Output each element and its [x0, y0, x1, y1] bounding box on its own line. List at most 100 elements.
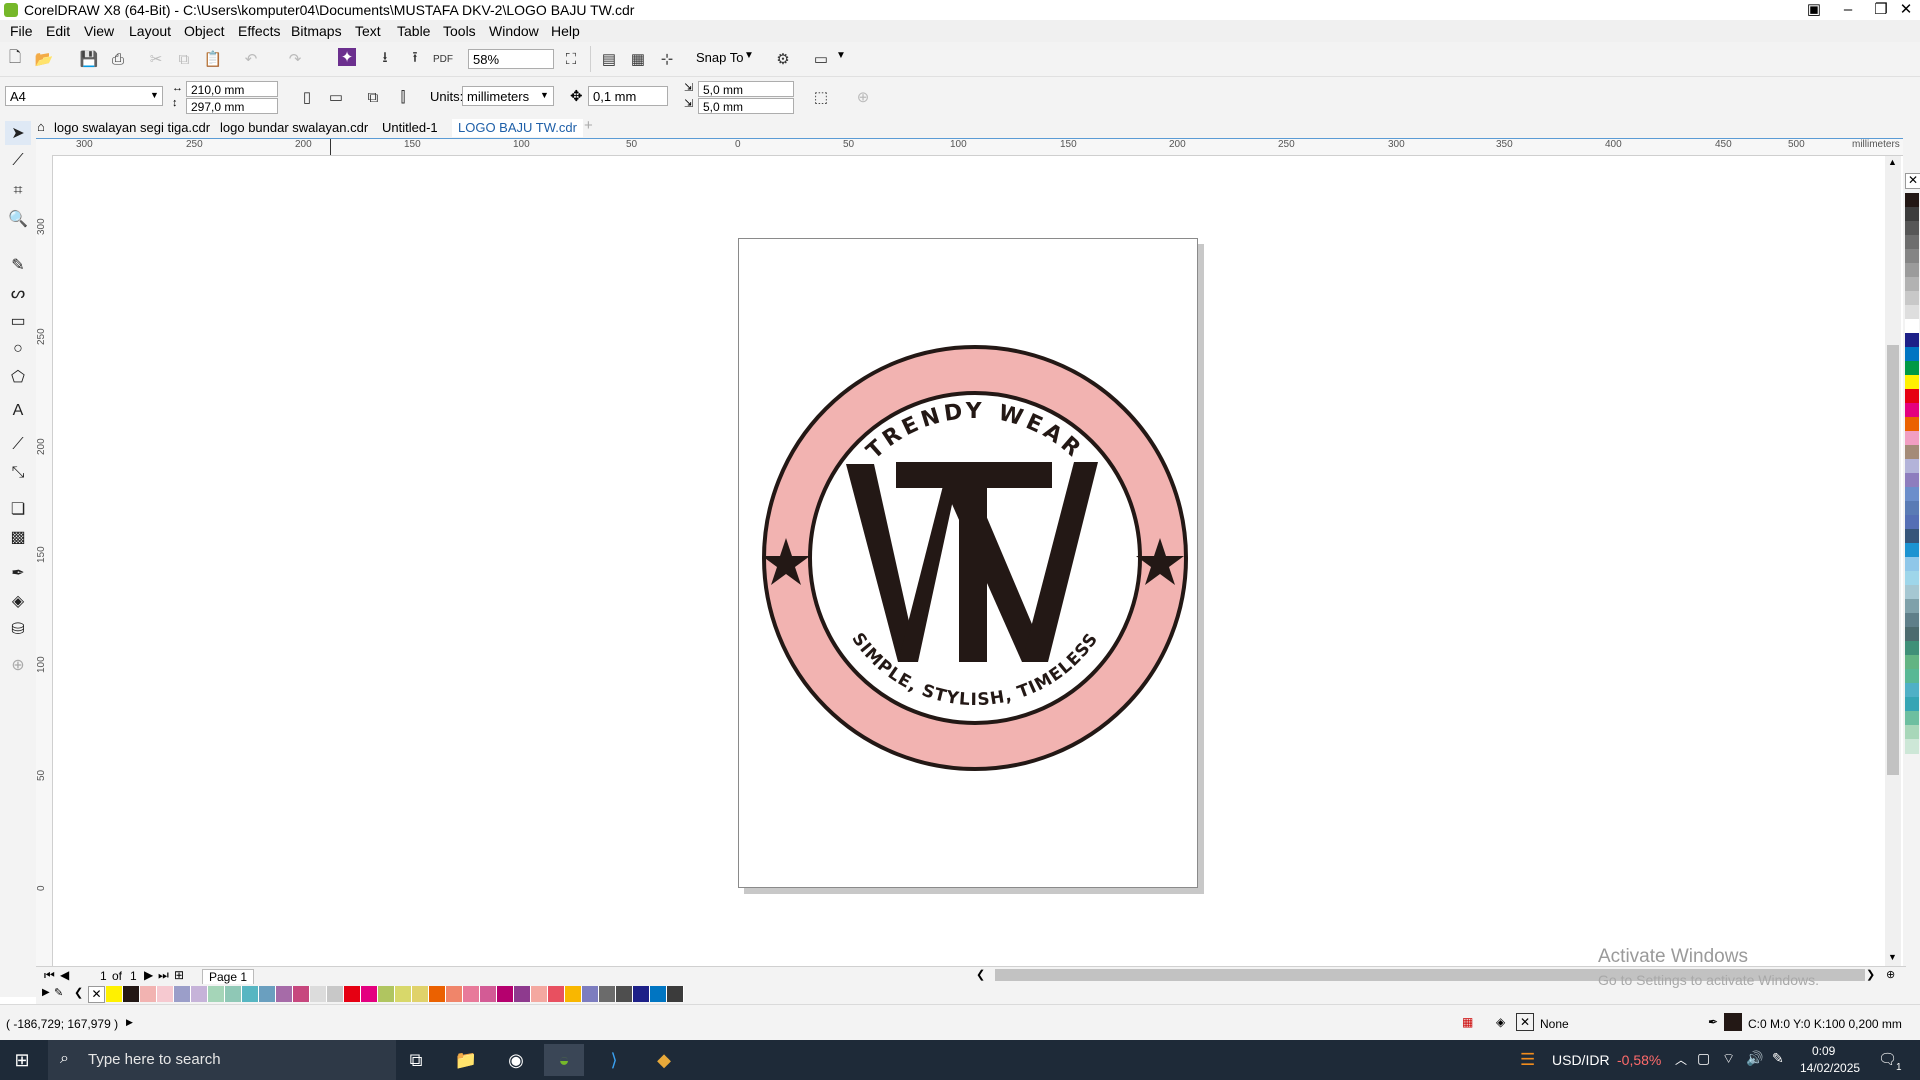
- drop-shadow-tool-icon[interactable]: ❏: [5, 497, 31, 521]
- zoom-to-page-icon[interactable]: ⛶: [560, 48, 582, 70]
- smart-fill-icon[interactable]: ⛁: [5, 617, 31, 641]
- chevron-down-icon[interactable]: ▼: [836, 50, 846, 61]
- color-swatch[interactable]: [310, 986, 327, 1002]
- color-swatch[interactable]: [514, 986, 531, 1002]
- color-swatch[interactable]: [1905, 389, 1919, 404]
- show-grid-icon[interactable]: ▦: [627, 48, 649, 70]
- rectangle-tool-icon[interactable]: ▭: [5, 309, 31, 333]
- color-swatch[interactable]: [1905, 249, 1919, 264]
- color-swatch[interactable]: [1905, 235, 1919, 250]
- previous-page-icon[interactable]: ◀: [60, 968, 69, 982]
- color-swatch[interactable]: [633, 986, 650, 1002]
- color-swatch[interactable]: [1905, 543, 1919, 558]
- color-swatch[interactable]: [191, 986, 208, 1002]
- color-swatch[interactable]: [1905, 431, 1919, 446]
- application-launcher-icon[interactable]: ▭: [810, 48, 832, 70]
- export-icon[interactable]: ⭱: [404, 48, 426, 70]
- page-size-select[interactable]: A4: [5, 86, 163, 106]
- color-swatch[interactable]: [412, 986, 429, 1002]
- color-swatch[interactable]: [1905, 459, 1919, 474]
- color-swatch[interactable]: [1905, 333, 1919, 348]
- menu-help[interactable]: Help: [551, 23, 580, 39]
- color-swatch[interactable]: [1905, 683, 1919, 698]
- color-swatch[interactable]: [565, 986, 582, 1002]
- menu-table[interactable]: Table: [397, 23, 430, 39]
- meet-icon[interactable]: ▢: [1697, 1050, 1710, 1067]
- color-swatch[interactable]: [361, 986, 378, 1002]
- color-swatch[interactable]: [1905, 263, 1919, 278]
- color-swatch[interactable]: [667, 986, 684, 1002]
- new-document-icon[interactable]: 🗋: [4, 48, 26, 70]
- color-swatch[interactable]: [293, 986, 310, 1002]
- color-swatch[interactable]: [1905, 529, 1919, 544]
- color-swatch[interactable]: [1905, 375, 1919, 390]
- crop-tool-icon[interactable]: ⌗: [5, 179, 31, 203]
- currency-pair[interactable]: USD/IDR: [1552, 1052, 1610, 1068]
- scroll-left-icon[interactable]: ❮: [976, 968, 985, 981]
- task-view-icon[interactable]: ⧉: [396, 1044, 436, 1076]
- zoom-level-field[interactable]: 58%: [468, 49, 554, 69]
- eyedropper-tool-icon[interactable]: ✒: [5, 561, 31, 585]
- chevron-down-icon[interactable]: ▼: [744, 50, 754, 61]
- color-swatch[interactable]: [208, 986, 225, 1002]
- last-page-icon[interactable]: ⏭: [158, 968, 169, 983]
- options-gear-icon[interactable]: ⚙: [772, 48, 794, 70]
- landscape-icon[interactable]: ▭: [325, 86, 347, 108]
- tab-logo-bundar-swalayan[interactable]: logo bundar swalayan.cdr: [214, 119, 374, 137]
- menu-layout[interactable]: Layout: [129, 23, 171, 39]
- menu-window[interactable]: Window: [489, 23, 539, 39]
- no-color-swatch[interactable]: ✕: [1905, 173, 1920, 189]
- color-swatch[interactable]: [1905, 669, 1919, 684]
- artistic-media-icon[interactable]: ᔕ: [5, 281, 31, 305]
- color-swatch[interactable]: [395, 986, 412, 1002]
- color-swatch[interactable]: [1905, 403, 1919, 418]
- color-swatch[interactable]: [225, 986, 242, 1002]
- dimension-tool-icon[interactable]: ⟋: [5, 433, 31, 457]
- redo-icon[interactable]: ↷: [284, 48, 306, 70]
- color-swatch[interactable]: [582, 986, 599, 1002]
- account-icon[interactable]: ▣: [1798, 0, 1830, 20]
- color-swatch[interactable]: [531, 986, 548, 1002]
- app-icon[interactable]: ◆: [644, 1044, 684, 1076]
- copy-icon[interactable]: ⧉: [173, 48, 195, 70]
- color-swatch[interactable]: [1905, 347, 1919, 362]
- color-swatch[interactable]: [1905, 739, 1919, 754]
- ellipse-tool-icon[interactable]: ○: [5, 337, 31, 361]
- vscode-icon[interactable]: ⟩: [594, 1044, 634, 1076]
- chevron-right-icon[interactable]: ▶: [126, 1017, 133, 1028]
- cut-icon[interactable]: ✂: [145, 48, 167, 70]
- paste-icon[interactable]: 📋: [202, 48, 224, 70]
- text-tool-icon[interactable]: A: [5, 399, 31, 423]
- shape-tool-icon[interactable]: ⟋: [5, 149, 31, 173]
- menu-file[interactable]: File: [10, 23, 33, 39]
- color-swatch[interactable]: [1905, 207, 1919, 222]
- freehand-tool-icon[interactable]: ✎: [5, 253, 31, 277]
- color-swatch[interactable]: [463, 986, 480, 1002]
- duplicate-x-field[interactable]: 5,0 mm: [698, 81, 794, 97]
- windows-start-icon[interactable]: ⊞: [2, 1044, 42, 1076]
- add-icon[interactable]: ⊕: [852, 86, 874, 108]
- color-swatch[interactable]: [1905, 473, 1919, 488]
- color-swatch[interactable]: [276, 986, 293, 1002]
- page-height-field[interactable]: 297,0 mm: [186, 98, 278, 114]
- minimize-button[interactable]: –: [1832, 0, 1864, 20]
- zoom-tool-icon[interactable]: 🔍: [5, 207, 31, 231]
- scroll-up-icon[interactable]: ▲: [1888, 157, 1897, 167]
- tab-logo-swalayan-segi-tiga[interactable]: logo swalayan segi tiga.cdr: [48, 119, 216, 137]
- color-swatch[interactable]: [1905, 221, 1919, 236]
- color-swatch[interactable]: [259, 986, 276, 1002]
- portrait-icon[interactable]: ▯: [296, 86, 318, 108]
- palette-menu-icon[interactable]: ▶: [42, 987, 50, 998]
- color-swatch[interactable]: [548, 986, 565, 1002]
- color-swatch[interactable]: [1905, 711, 1919, 726]
- vertical-ruler[interactable]: 300 250 200 150 100 50 0: [36, 155, 53, 977]
- home-icon[interactable]: ⌂: [37, 119, 45, 134]
- menu-bitmaps[interactable]: Bitmaps: [291, 23, 342, 39]
- trendy-wear-logo[interactable]: TRENDY WEAR SIMPLE, STYLISH, TIMELESS: [760, 340, 1190, 776]
- undo-icon[interactable]: ↶: [240, 48, 262, 70]
- color-swatch[interactable]: [497, 986, 514, 1002]
- add-tab-icon[interactable]: +: [584, 117, 593, 134]
- fill-none-swatch[interactable]: ✕: [1516, 1013, 1534, 1031]
- show-guidelines-icon[interactable]: ⊹: [656, 48, 678, 70]
- horizontal-ruler[interactable]: 300 250 200 150 100 50 0 50 100 150 200 …: [36, 139, 1906, 156]
